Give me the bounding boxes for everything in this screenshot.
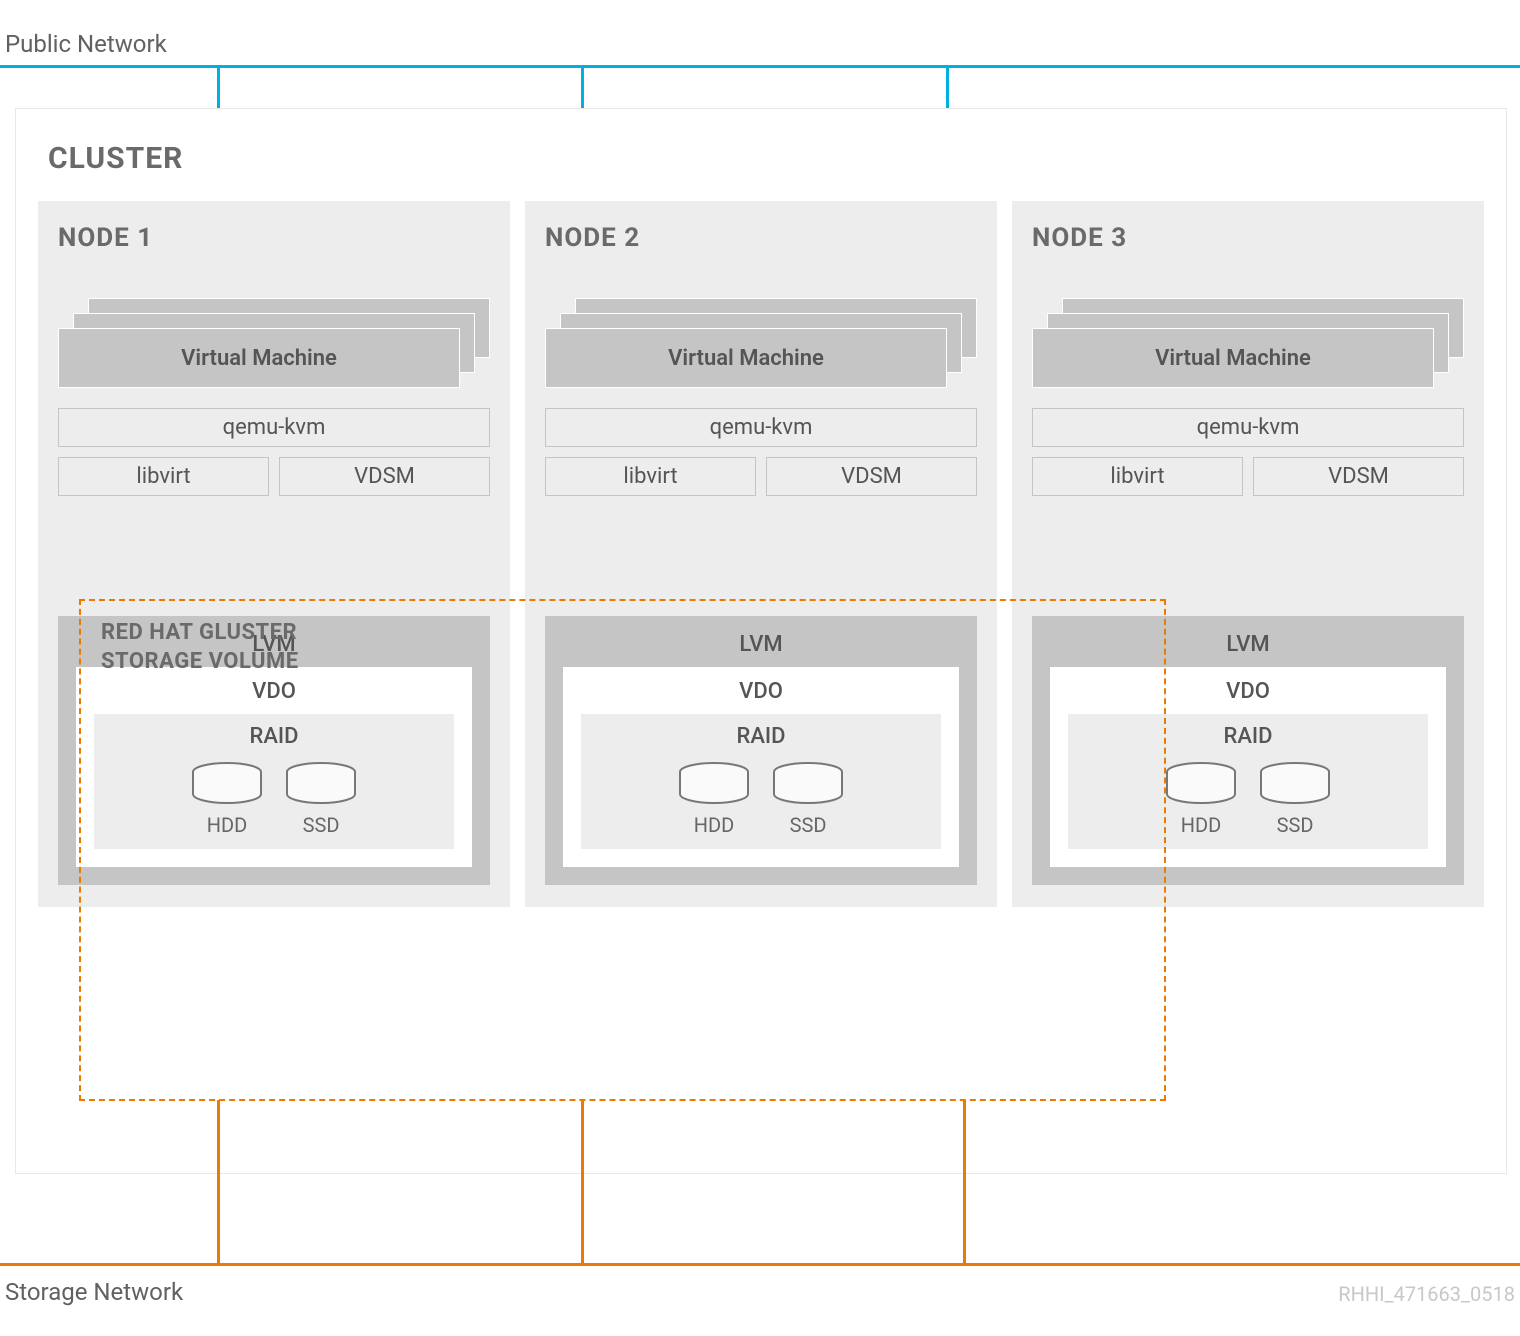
- hdd-disk: HDD: [677, 761, 751, 837]
- ssd-label: SSD: [303, 813, 340, 837]
- storage-network-line: [0, 1263, 1520, 1266]
- vdo-box-3: VDO RAID HDD: [1050, 667, 1446, 867]
- ssd-label: SSD: [1277, 813, 1314, 837]
- hdd-label: HDD: [207, 813, 248, 837]
- storage-connector-node2: [581, 1100, 584, 1266]
- raid-label: RAID: [596, 722, 926, 761]
- vdsm-box: VDSM: [1253, 457, 1464, 496]
- ssd-disk: SSD: [1258, 761, 1332, 837]
- qemu-box: qemu-kvm: [1032, 408, 1464, 447]
- cluster-title: CLUSTER: [48, 141, 1484, 176]
- public-network-label: Public Network: [5, 30, 167, 58]
- vdo-label: VDO: [94, 675, 454, 714]
- hdd-disk: HDD: [190, 761, 264, 837]
- libvirt-box: libvirt: [545, 457, 756, 496]
- vm-stack-1: Virtual Machine: [58, 298, 490, 388]
- node-2: NODE 2 Virtual Machine qemu-kvm libvirt …: [525, 201, 997, 907]
- libvirt-box: libvirt: [58, 457, 269, 496]
- raid-box-1: RAID HDD: [94, 714, 454, 849]
- disk-icon: [1164, 761, 1238, 805]
- disk-icon: [284, 761, 358, 805]
- lvm-box-3: LVM VDO RAID HDD: [1032, 616, 1464, 885]
- node-1: NODE 1 Virtual Machine qemu-kvm libvirt …: [38, 201, 510, 907]
- qemu-box: qemu-kvm: [58, 408, 490, 447]
- node-1-title: NODE 1: [58, 223, 490, 253]
- storage-network-label: Storage Network: [5, 1278, 183, 1306]
- node-3-title: NODE 3: [1032, 223, 1464, 253]
- vm-card-front: Virtual Machine: [545, 328, 947, 388]
- vm-stack-3: Virtual Machine: [1032, 298, 1464, 388]
- vdo-label: VDO: [581, 675, 941, 714]
- nodes-row: NODE 1 Virtual Machine qemu-kvm libvirt …: [38, 201, 1484, 907]
- node-2-title: NODE 2: [545, 223, 977, 253]
- public-network-line: [0, 65, 1520, 68]
- disk-icon: [190, 761, 264, 805]
- vm-stack-2: Virtual Machine: [545, 298, 977, 388]
- storage-connector-node1: [217, 1100, 220, 1266]
- storage-connector-node3: [963, 1100, 966, 1266]
- raid-box-2: RAID HDD: [581, 714, 941, 849]
- lvm-label: LVM: [76, 626, 472, 667]
- qemu-box: qemu-kvm: [545, 408, 977, 447]
- vdsm-box: VDSM: [279, 457, 490, 496]
- ssd-disk: SSD: [771, 761, 845, 837]
- lvm-label: LVM: [563, 626, 959, 667]
- node-3: NODE 3 Virtual Machine qemu-kvm libvirt …: [1012, 201, 1484, 907]
- raid-label: RAID: [109, 722, 439, 761]
- lvm-label: LVM: [1050, 626, 1446, 667]
- hdd-label: HDD: [1181, 813, 1222, 837]
- vdo-box-1: VDO RAID HDD: [76, 667, 472, 867]
- ssd-label: SSD: [790, 813, 827, 837]
- vm-card-front: Virtual Machine: [1032, 328, 1434, 388]
- vm-card-front: Virtual Machine: [58, 328, 460, 388]
- disk-icon: [771, 761, 845, 805]
- raid-box-3: RAID HDD: [1068, 714, 1428, 849]
- vdo-label: VDO: [1068, 675, 1428, 714]
- disk-icon: [677, 761, 751, 805]
- lvm-box-2: LVM VDO RAID HDD: [545, 616, 977, 885]
- vdo-box-2: VDO RAID HDD: [563, 667, 959, 867]
- cluster-box: CLUSTER NODE 1 Virtual Machine qemu-kvm …: [15, 108, 1507, 1174]
- disk-icon: [1258, 761, 1332, 805]
- hdd-label: HDD: [694, 813, 735, 837]
- document-id: RHHI_471663_0518: [1338, 1282, 1515, 1306]
- hdd-disk: HDD: [1164, 761, 1238, 837]
- vdsm-box: VDSM: [766, 457, 977, 496]
- lvm-box-1: LVM VDO RAID HDD: [58, 616, 490, 885]
- libvirt-box: libvirt: [1032, 457, 1243, 496]
- raid-label: RAID: [1083, 722, 1413, 761]
- ssd-disk: SSD: [284, 761, 358, 837]
